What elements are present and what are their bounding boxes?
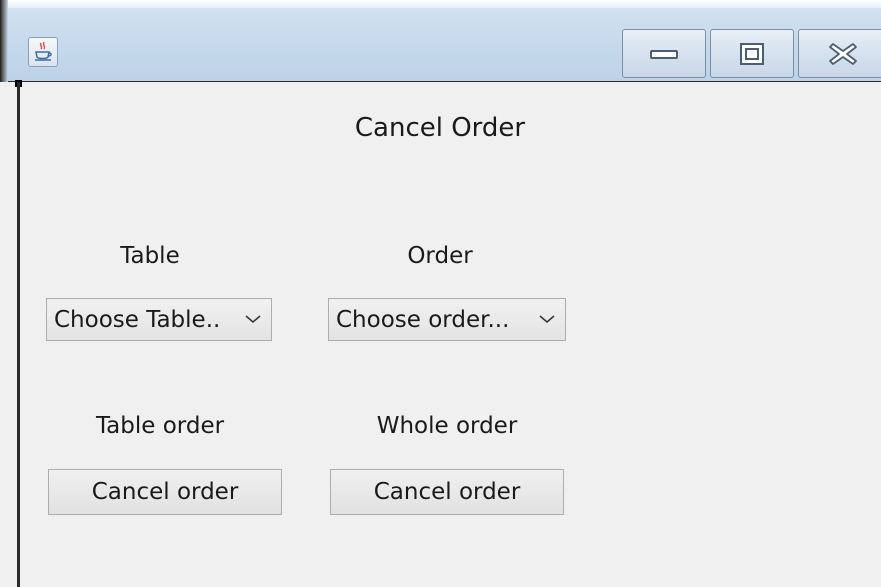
- order-select-value: Choose order...: [336, 307, 510, 333]
- page-title: Cancel Order: [354, 113, 526, 143]
- chevron-down-icon: [245, 315, 261, 323]
- title-bar-top-edge: [0, 0, 881, 8]
- chevron-down-icon: [539, 315, 555, 323]
- cancel-table-order-button[interactable]: Cancel order: [48, 469, 282, 515]
- table-order-label: Table order: [95, 413, 225, 439]
- table-select[interactable]: Choose Table..: [46, 298, 272, 341]
- table-select-value: Choose Table..: [54, 307, 221, 333]
- java-cup-icon[interactable]: [28, 37, 58, 67]
- minimize-icon: [650, 49, 678, 59]
- app-window: Cancel Order Table Order Choose Table.. …: [0, 0, 881, 587]
- minimize-button[interactable]: [622, 29, 706, 78]
- cancel-whole-order-button[interactable]: Cancel order: [330, 469, 564, 515]
- close-button[interactable]: [798, 29, 881, 78]
- maximize-button[interactable]: [710, 29, 794, 78]
- window-left-edge: [0, 0, 8, 82]
- whole-order-label: Whole order: [376, 413, 518, 439]
- window-left-border: [17, 82, 20, 587]
- maximize-icon: [740, 42, 764, 65]
- table-label: Table: [120, 243, 180, 269]
- order-select[interactable]: Choose order...: [328, 298, 566, 341]
- title-bar[interactable]: [0, 0, 881, 82]
- close-icon: [829, 42, 857, 65]
- order-label: Order: [407, 243, 473, 269]
